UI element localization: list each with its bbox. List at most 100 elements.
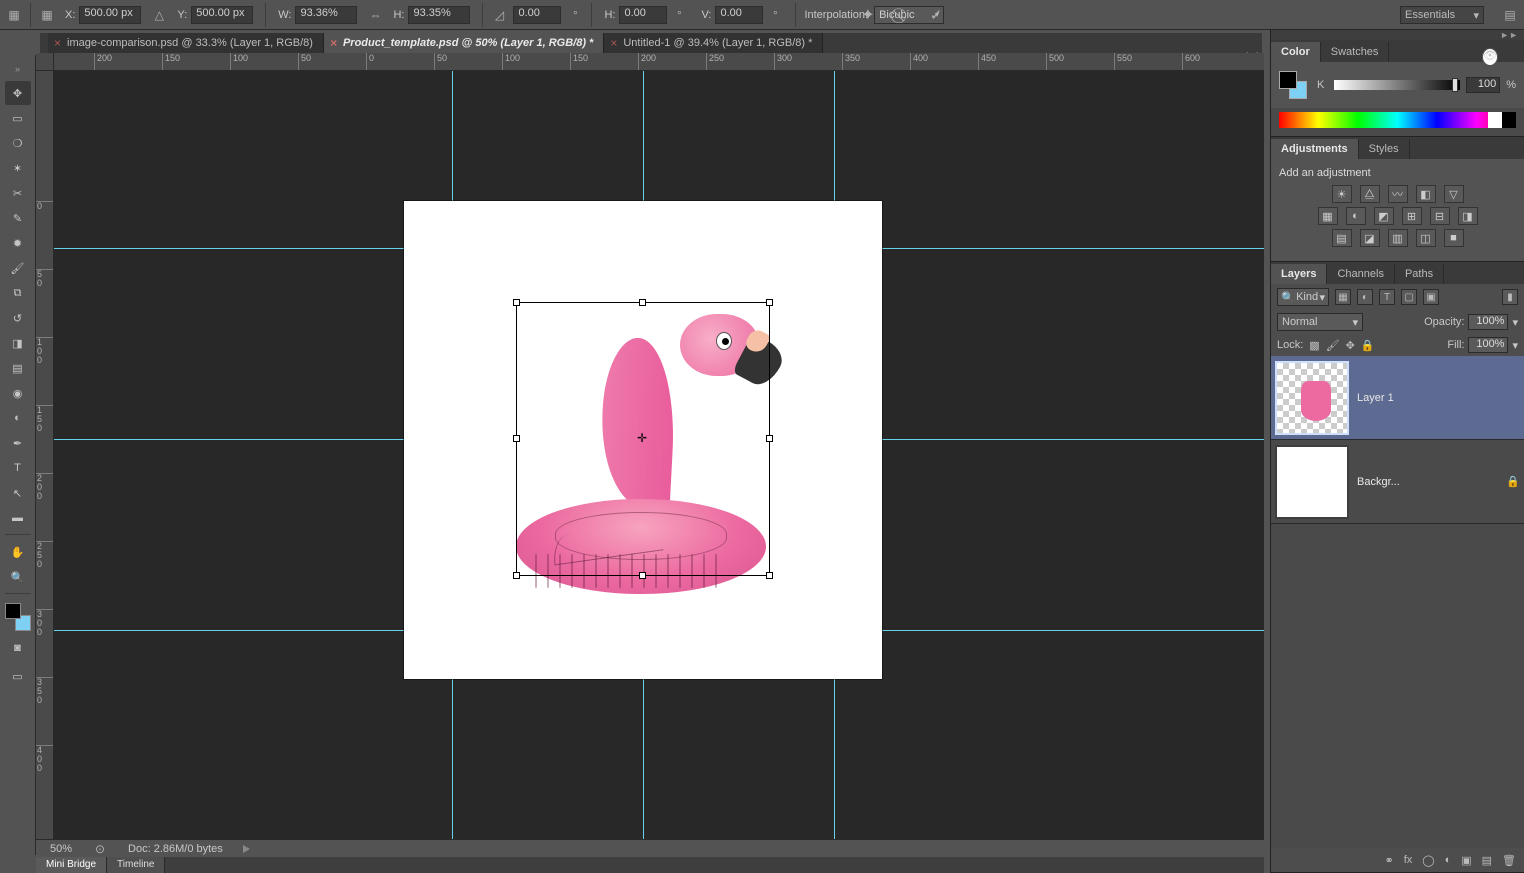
adj-selective-color-icon[interactable]: ◫ — [1416, 229, 1436, 247]
blur-tool[interactable]: ◉ — [5, 381, 31, 405]
ruler-origin[interactable] — [36, 53, 54, 71]
w-field[interactable]: 93.36% — [295, 6, 357, 24]
new-adjustment-icon[interactable]: ◐ — [1445, 854, 1452, 866]
history-brush-tool[interactable]: ↺ — [5, 306, 31, 330]
adj-vibrance-icon[interactable]: ▽ — [1444, 185, 1464, 203]
adj-levels-icon[interactable]: ⧋ — [1360, 185, 1380, 203]
handle-nw[interactable] — [513, 299, 520, 306]
lock-transparency-icon[interactable]: ▩ — [1309, 339, 1319, 352]
layer-mask-icon[interactable]: ◯ — [1422, 854, 1434, 867]
reference-point-icon[interactable]: ▦ — [39, 7, 55, 23]
collapse-tools-icon[interactable]: » — [10, 61, 26, 77]
tab-color[interactable]: Color — [1271, 42, 1321, 62]
tab-paths[interactable]: Paths — [1395, 264, 1444, 284]
layer-thumbnail[interactable] — [1275, 361, 1349, 435]
adj-gradient-map-icon[interactable]: ▥ — [1388, 229, 1408, 247]
zoom-tool[interactable]: 🔍 — [5, 565, 31, 589]
filter-adjust-icon[interactable]: ◐ — [1357, 289, 1373, 305]
adj-bw-icon[interactable]: ◐ — [1346, 207, 1366, 225]
healing-brush-tool[interactable]: ✹ — [5, 231, 31, 255]
dock-collapse-icon[interactable]: ►► — [1271, 30, 1524, 40]
link-layers-icon[interactable]: ⚭ — [1384, 854, 1393, 867]
layer-row[interactable]: 👁 Backgr... 🔒 — [1271, 440, 1524, 524]
foreground-background-swatch[interactable] — [5, 603, 31, 631]
vertical-ruler[interactable]: 050100150200250300350400 — [36, 71, 54, 839]
zoom-level[interactable]: 50% — [50, 843, 72, 855]
skew-v-field[interactable]: 0.00 — [715, 6, 763, 24]
layer-name[interactable]: Backgr... — [1357, 476, 1400, 488]
tab-swatches[interactable]: Swatches — [1321, 42, 1390, 62]
lock-position-icon[interactable]: ✥ — [1346, 339, 1355, 352]
opacity-field[interactable]: 100% — [1468, 314, 1508, 330]
crop-tool[interactable]: ✂ — [5, 181, 31, 205]
lasso-tool[interactable]: ❍ — [5, 131, 31, 155]
tab-styles[interactable]: Styles — [1359, 139, 1410, 159]
type-tool[interactable]: T — [5, 456, 31, 480]
close-tab-icon[interactable]: × — [610, 36, 617, 50]
layer-thumbnail[interactable] — [1275, 445, 1349, 519]
commit-transform-icon[interactable]: ✓ — [928, 7, 944, 23]
status-flyout-icon[interactable] — [243, 845, 250, 853]
lock-all-icon[interactable]: 🔒 — [1361, 339, 1375, 352]
fill-flyout-icon[interactable]: ▾ — [1512, 339, 1518, 352]
adj-solid-icon[interactable]: ■ — [1444, 229, 1464, 247]
search-icon[interactable]: ▤ — [1502, 7, 1518, 23]
quick-mask-icon[interactable]: ◙ — [5, 637, 31, 659]
dodge-tool[interactable]: ◐ — [5, 406, 31, 430]
visibility-toggle-icon[interactable]: 👁 — [1482, 48, 1498, 66]
new-layer-icon[interactable]: ▤ — [1482, 854, 1492, 867]
adj-posterize-icon[interactable]: ▤ — [1332, 229, 1352, 247]
clone-stamp-tool[interactable]: ⧉ — [5, 281, 31, 305]
handle-e[interactable] — [766, 435, 773, 442]
filter-smart-icon[interactable]: ▣ — [1423, 289, 1439, 305]
document-tab[interactable]: ×image-comparison.psd @ 33.3% (Layer 1, … — [48, 33, 324, 53]
layer-name[interactable]: Layer 1 — [1357, 392, 1394, 404]
adj-threshold-icon[interactable]: ◪ — [1360, 229, 1380, 247]
transform-bounding-box[interactable] — [516, 302, 770, 576]
eraser-tool[interactable]: ◨ — [5, 331, 31, 355]
adj-exposure-icon[interactable]: ◧ — [1416, 185, 1436, 203]
path-selection-tool[interactable]: ↖ — [5, 481, 31, 505]
marquee-tool[interactable]: ▭ — [5, 106, 31, 130]
bottom-tab[interactable]: Timeline — [107, 857, 165, 873]
close-tab-icon[interactable]: × — [330, 36, 337, 50]
gradient-tool[interactable]: ▤ — [5, 356, 31, 380]
document-tab[interactable]: ×Product_template.psd @ 50% (Layer 1, RG… — [324, 33, 604, 53]
handle-n[interactable] — [639, 299, 646, 306]
handle-sw[interactable] — [513, 572, 520, 579]
handle-ne[interactable] — [766, 299, 773, 306]
brush-tool[interactable]: 🖌 — [5, 256, 31, 280]
filter-shape-icon[interactable]: ▢ — [1401, 289, 1417, 305]
adj-hue-icon[interactable]: ▦ — [1318, 207, 1338, 225]
filter-type-icon[interactable]: T — [1379, 289, 1395, 305]
color-spectrum[interactable] — [1279, 112, 1516, 128]
adj-photo-filter-icon[interactable]: ◩ — [1374, 207, 1394, 225]
opacity-flyout-icon[interactable]: ▾ — [1512, 316, 1518, 329]
skew-h-field[interactable]: 0.00 — [619, 6, 667, 24]
hand-tool[interactable]: ✋ — [5, 540, 31, 564]
filter-pixel-icon[interactable]: ▦ — [1335, 289, 1351, 305]
screen-mode-icon[interactable]: ▭ — [5, 665, 31, 687]
tab-layers[interactable]: Layers — [1271, 264, 1327, 284]
layer-row[interactable]: 👁 Layer 1 — [1271, 356, 1524, 440]
link-wh-icon[interactable]: ⇔ — [367, 7, 383, 23]
angle-field[interactable]: 0.00 — [513, 6, 561, 24]
pen-tool[interactable]: ✒ — [5, 431, 31, 455]
handle-w[interactable] — [513, 435, 520, 442]
color-swatch-pair[interactable] — [1279, 71, 1307, 99]
workspace-dropdown[interactable]: Essentials▾ — [1400, 6, 1484, 24]
tab-channels[interactable]: Channels — [1327, 264, 1394, 284]
close-tab-icon[interactable]: × — [54, 36, 61, 50]
h-field[interactable]: 93.35% — [408, 6, 470, 24]
document-tab[interactable]: ×Untitled-1 @ 39.4% (Layer 1, RGB/8) * — [604, 33, 823, 53]
adj-color-lookup-icon[interactable]: ⊟ — [1430, 207, 1450, 225]
cancel-transform-icon[interactable]: ⃠ — [894, 7, 910, 23]
lock-pixels-icon[interactable]: 🖌 — [1326, 339, 1340, 352]
adj-curves-icon[interactable]: 〰 — [1388, 185, 1408, 203]
filter-toggle-icon[interactable]: ▮ — [1502, 289, 1518, 305]
handle-s[interactable] — [639, 572, 646, 579]
blend-mode-dropdown[interactable]: Normal▾ — [1277, 313, 1363, 331]
bottom-tab[interactable]: Mini Bridge — [36, 857, 107, 873]
move-tool[interactable]: ✥ — [5, 81, 31, 105]
shape-tool[interactable]: ▬ — [5, 506, 31, 530]
